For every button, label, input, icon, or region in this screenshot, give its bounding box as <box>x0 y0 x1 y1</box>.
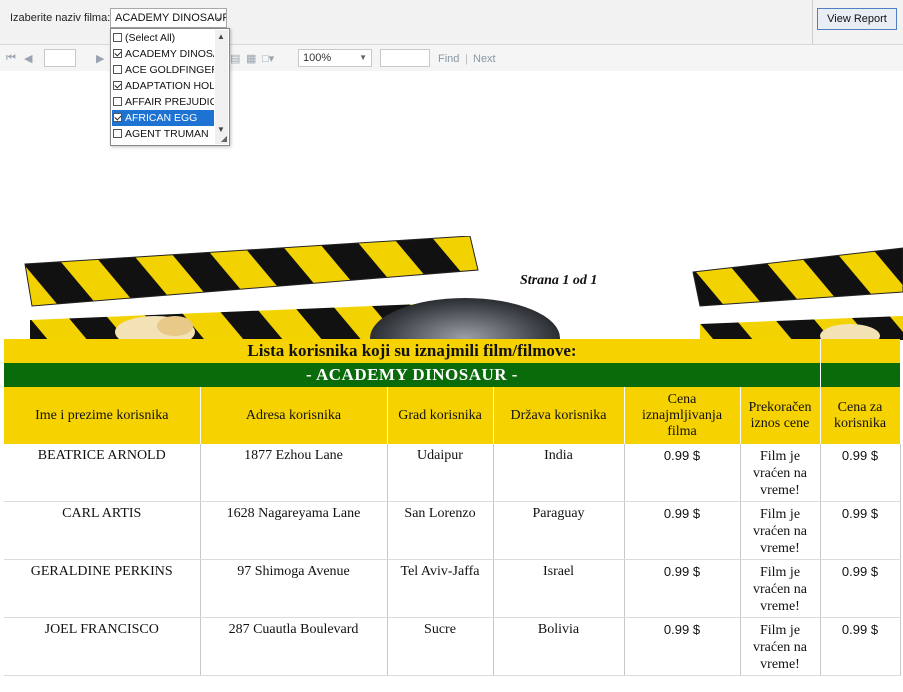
checkbox[interactable] <box>113 49 122 58</box>
cell-overdue: Film je vraćen na vreme! <box>740 501 821 560</box>
chevron-down-icon[interactable]: ▼ <box>217 125 225 134</box>
resize-grip-icon[interactable]: ◢ <box>221 134 227 143</box>
find-input[interactable] <box>380 49 430 67</box>
cell-country: Paraguay <box>493 501 625 560</box>
parameter-label: Izaberite naziv filma: <box>10 12 111 24</box>
cell-overdue: Film je vraćen na vreme! <box>740 559 821 618</box>
report-title-row: Lista korisnika koji su iznajmili film/f… <box>4 339 900 363</box>
cell-total: 0.99 $ <box>820 501 901 560</box>
dropdown-item[interactable]: AFFAIR PREJUDICE <box>112 94 214 110</box>
checkbox[interactable] <box>113 129 122 138</box>
refresh-icon[interactable]: ▤ <box>230 52 240 65</box>
cell-overdue: Film je vraćen na vreme! <box>740 617 821 676</box>
previous-page-icon[interactable]: ◀ <box>24 52 32 65</box>
dropdown-item[interactable]: ADAPTATION HOLES <box>112 78 214 94</box>
column-header-name: Ime i prezime korisnika <box>4 387 201 444</box>
cell-name: CARL ARTIS <box>4 501 201 560</box>
table-row: JOEL FRANCISCO 287 Cuautla Boulevard Suc… <box>4 617 901 676</box>
dropdown-item[interactable]: ACE GOLDFINGER <box>112 62 214 78</box>
table-header-row: Ime i prezime korisnika Adresa korisnika… <box>4 387 901 444</box>
chevron-down-icon[interactable]: ⌄ <box>215 9 223 27</box>
chevron-down-icon[interactable]: ▼ <box>359 50 367 66</box>
page-info: Strana 1 od 1 <box>520 273 598 288</box>
view-report-button[interactable]: View Report <box>817 8 897 30</box>
cell-price: 0.99 $ <box>624 444 741 502</box>
first-page-icon[interactable]: ⏮ <box>6 52 16 65</box>
column-header-country: Država korisnika <box>493 387 625 444</box>
cell-total: 0.99 $ <box>820 444 901 502</box>
zoom-select[interactable]: 100% ▼ <box>298 49 372 67</box>
dropdown-item-highlighted[interactable]: AFRICAN EGG <box>112 110 214 126</box>
cell-country: Israel <box>493 559 625 618</box>
cell-total: 0.99 $ <box>820 617 901 676</box>
cell-address: 1877 Ezhou Lane <box>200 444 388 502</box>
column-header-overdue: Prekoračen iznos cene <box>740 387 821 444</box>
cell-address: 97 Shimoga Avenue <box>200 559 388 618</box>
zoom-value: 100% <box>303 52 332 64</box>
checkbox[interactable] <box>113 33 122 42</box>
table-row: CARL ARTIS 1628 Nagareyama Lane San Lore… <box>4 501 901 560</box>
checkbox[interactable] <box>113 97 122 106</box>
cell-city: Tel Aviv-Jaffa <box>387 559 494 618</box>
dropdown-item[interactable]: (Select All) <box>112 30 214 46</box>
next-link[interactable]: Next <box>473 53 496 65</box>
print-layout-icon[interactable]: ▦ <box>246 52 256 65</box>
dropdown-scrollbar[interactable]: ▲ ▼ <box>215 30 228 144</box>
cell-name: JOEL FRANCISCO <box>4 617 201 676</box>
film-title: - ACADEMY DINOSAUR - <box>306 365 518 384</box>
film-select-value: ACADEMY DINOSAUR <box>115 12 227 24</box>
film-select[interactable]: ACADEMY DINOSAUR ⌄ <box>110 8 227 28</box>
cell-name: BEATRICE ARNOLD <box>4 444 201 502</box>
report-title: Lista korisnika koji su iznajmili film/f… <box>247 341 577 360</box>
column-header-customer-price: Cena za korisnika <box>820 387 901 444</box>
cell-address: 287 Cuautla Boulevard <box>200 617 388 676</box>
find-separator: | <box>465 53 468 65</box>
table-row: GERALDINE PERKINS 97 Shimoga Avenue Tel … <box>4 559 901 618</box>
divider <box>820 339 821 363</box>
cell-price: 0.99 $ <box>624 559 741 618</box>
dropdown-item[interactable]: ACADEMY DINOSAUR <box>112 46 214 62</box>
cell-price: 0.99 $ <box>624 617 741 676</box>
export-icon[interactable]: □▾ <box>262 52 274 65</box>
cell-name: GERALDINE PERKINS <box>4 559 201 618</box>
clapperboard-illustration <box>24 236 903 340</box>
divider <box>820 363 821 387</box>
cell-city: San Lorenzo <box>387 501 494 560</box>
film-dropdown-list[interactable]: (Select All) ACADEMY DINOSAUR ACE GOLDFI… <box>110 28 230 146</box>
checkbox[interactable] <box>113 65 122 74</box>
cell-address: 1628 Nagareyama Lane <box>200 501 388 560</box>
checkbox[interactable] <box>113 113 122 122</box>
next-page-icon[interactable]: ▶ <box>96 52 104 65</box>
cell-total: 0.99 $ <box>820 559 901 618</box>
cell-city: Sucre <box>387 617 494 676</box>
cell-country: Bolivia <box>493 617 625 676</box>
divider <box>812 0 813 44</box>
column-header-address: Adresa korisnika <box>200 387 388 444</box>
cell-overdue: Film je vraćen na vreme! <box>740 444 821 502</box>
find-link[interactable]: Find <box>438 53 459 65</box>
chevron-up-icon[interactable]: ▲ <box>217 32 225 41</box>
cell-country: India <box>493 444 625 502</box>
dropdown-item[interactable]: AGENT TRUMAN <box>112 126 214 142</box>
page-number-input[interactable] <box>44 49 76 67</box>
clapperboard-banner <box>0 236 903 340</box>
column-header-city: Grad korisnika <box>387 387 494 444</box>
checkbox[interactable] <box>113 81 122 90</box>
table-row: BEATRICE ARNOLD 1877 Ezhou Lane Udaipur … <box>4 444 901 502</box>
film-title-row: - ACADEMY DINOSAUR - <box>4 363 900 387</box>
cell-city: Udaipur <box>387 444 494 502</box>
rentals-table: Ime i prezime korisnika Adresa korisnika… <box>4 387 901 676</box>
cell-price: 0.99 $ <box>624 501 741 560</box>
column-header-rental-price: Cena iznajmljivanja filma <box>624 387 741 444</box>
